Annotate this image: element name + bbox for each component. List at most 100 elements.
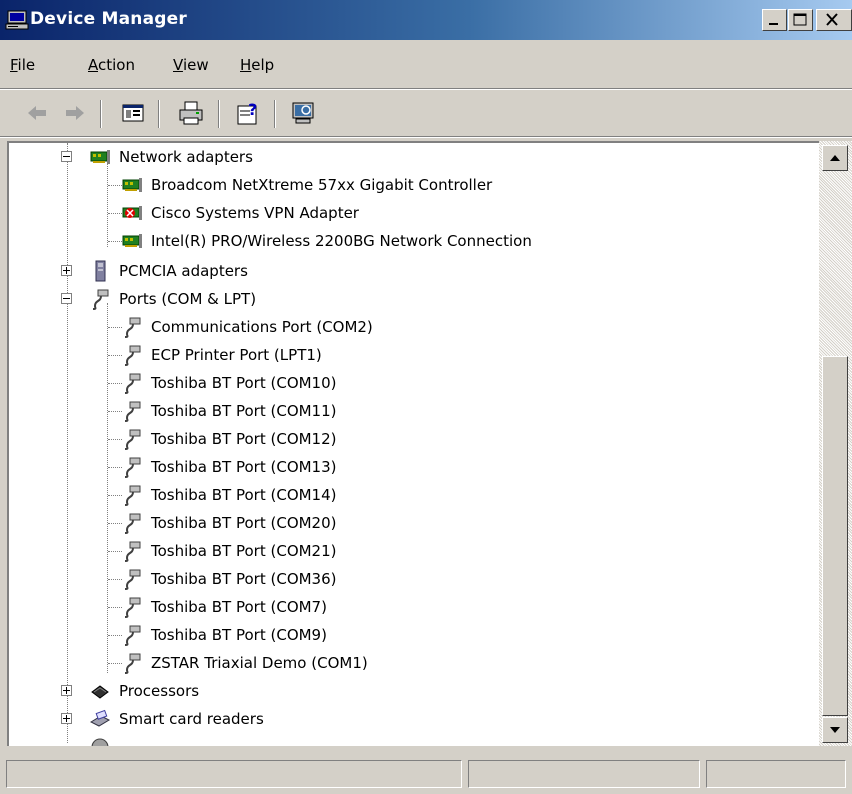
menu-help[interactable]: Help [240,56,274,74]
expand-toggle[interactable] [61,685,72,696]
minimize-button[interactable] [762,9,787,31]
branch-connector [108,355,122,356]
tree-node-label: Network adapters [119,148,253,166]
tree-node-label: Toshiba BT Port (COM36) [151,570,337,588]
back-arrow-icon [28,106,46,120]
window-title: Device Manager [30,9,187,29]
port-connector-icon [124,569,141,590]
toolbar-separator [100,100,102,128]
back-button[interactable] [22,98,52,128]
toolbar-separator-4 [274,100,276,128]
menu-file[interactable]: File [10,56,35,74]
collapse-toggle[interactable] [61,151,72,162]
port-connector-icon [124,541,141,562]
menu-separator [0,88,852,90]
print-button[interactable] [176,98,206,128]
network-card-icon [122,178,142,192]
port-connector-icon [124,485,141,506]
branch-connector [108,607,122,608]
expand-toggle[interactable] [61,713,72,724]
maximize-button[interactable] [788,9,813,31]
tree-node-label: Toshiba BT Port (COM12) [151,430,337,448]
branch-connector [108,523,122,524]
scan-hardware-button[interactable] [288,98,318,128]
branch-connector [108,551,122,552]
port-connector-icon [124,429,141,450]
arrow-up-icon [830,155,840,161]
port-connector-icon [124,401,141,422]
print-icon [179,101,203,125]
branch-connector [108,495,122,496]
show-hide-tree-button[interactable] [118,98,148,128]
expand-toggle[interactable] [61,265,72,276]
port-connector-icon [92,289,109,310]
sound-device-icon [91,738,109,746]
arrow-down-icon [830,727,840,733]
forward-button[interactable] [60,98,90,128]
maximize-icon [793,13,807,26]
pcmcia-card-icon [95,260,106,282]
branch-connector [108,411,122,412]
menu-action[interactable]: Action [88,56,135,74]
port-connector-icon [124,317,141,338]
tree-node-label: Toshiba BT Port (COM7) [151,598,327,616]
tree-node-label: Toshiba BT Port (COM13) [151,458,337,476]
branch-connector [108,383,122,384]
processor-chip-icon [91,685,109,699]
menu-bar: File Action View Help [0,46,852,86]
device-tree[interactable]: Network adapters Broadcom NetXtreme 57xx… [7,141,819,746]
scroll-down-button[interactable] [822,717,848,743]
tree-node-label: Intel(R) PRO/Wireless 2200BG Network Con… [151,232,532,250]
ports-branch-line [107,303,108,673]
menu-view[interactable]: View [173,56,209,74]
port-connector-icon [124,345,141,366]
tree-node-label: Communications Port (COM2) [151,318,373,336]
tree-node-label: Processors [119,682,200,700]
minus-icon [63,298,70,299]
forward-arrow-icon [66,106,84,120]
show-hide-console-tree-icon [122,104,144,122]
properties-help-button[interactable]: ? [234,98,264,128]
tree-node-label: ZSTAR Triaxial Demo (COM1) [151,654,368,672]
plus-icon [63,715,70,722]
tree-node-label: ECP Printer Port (LPT1) [151,346,322,364]
tree-node-label: Toshiba BT Port (COM21) [151,542,337,560]
title-bar[interactable]: Device Manager [0,0,852,40]
network-card-disabled-icon [122,206,142,220]
tree-node-label: Toshiba BT Port (COM11) [151,402,337,420]
help-icon: ? [237,100,257,125]
status-pane-main [6,760,462,788]
tree-node-label: Toshiba BT Port (COM20) [151,514,337,532]
collapse-toggle[interactable] [61,293,72,304]
branch-connector [108,213,122,214]
tree-trunk-line [67,143,68,743]
status-bar [0,756,852,794]
tree-node-label: Ports (COM & LPT) [119,290,257,308]
scroll-thumb[interactable] [822,356,848,716]
tree-node-label: Toshiba BT Port (COM10) [151,374,337,392]
branch-connector [108,663,122,664]
branch-connector [108,241,122,242]
scroll-up-button[interactable] [822,145,848,171]
network-branch-line [107,163,108,247]
branch-connector [108,635,122,636]
branch-connector [108,327,122,328]
port-connector-icon [124,653,141,674]
toolbar-separator-3 [218,100,220,128]
branch-connector [108,579,122,580]
port-connector-icon [124,373,141,394]
minus-icon [63,156,70,157]
tree-node-label: Cisco Systems VPN Adapter [151,204,359,222]
branch-connector [108,439,122,440]
smart-card-reader-icon [89,709,111,727]
close-button[interactable] [816,9,852,31]
port-connector-icon [124,457,141,478]
tree-node-label: Toshiba BT Port (COM14) [151,486,337,504]
plus-icon [63,687,70,694]
branch-connector [108,185,122,186]
status-pane-3 [706,760,846,788]
tree-node-label: Smart card readers [119,710,264,728]
toolbar-separator-2 [158,100,160,128]
vertical-scrollbar[interactable] [819,141,852,746]
svg-text:?: ? [248,100,257,119]
